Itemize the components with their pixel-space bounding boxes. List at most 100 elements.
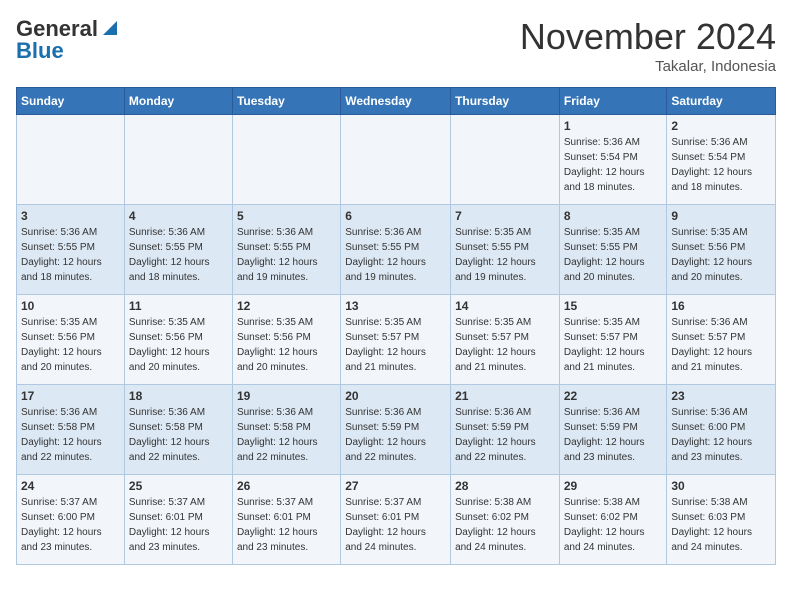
- table-row: 6 Sunrise: 5:36 AM Sunset: 5:55 PM Daylig…: [341, 205, 451, 295]
- table-row: 23 Sunrise: 5:36 AM Sunset: 6:00 PM Dayli…: [667, 385, 776, 475]
- calendar-container: General Blue November 2024 Takalar, Indo…: [0, 0, 792, 573]
- day-number: 14: [455, 299, 555, 313]
- table-row: 22 Sunrise: 5:36 AM Sunset: 5:59 PM Dayli…: [559, 385, 667, 475]
- table-row: [341, 115, 451, 205]
- col-thursday: Thursday: [451, 88, 560, 115]
- table-row: 8 Sunrise: 5:35 AM Sunset: 5:55 PM Daylig…: [559, 205, 667, 295]
- day-number: 8: [564, 209, 663, 223]
- day-info: Sunrise: 5:38 AM Sunset: 6:02 PM Dayligh…: [564, 495, 663, 555]
- day-info: Sunrise: 5:36 AM Sunset: 5:59 PM Dayligh…: [455, 405, 555, 465]
- table-row: 14Sunrise: 5:35 AM Sunset: 5:57 PM Dayli…: [451, 295, 560, 385]
- day-info: Sunrise: 5:36 AM Sunset: 5:55 PM Dayligh…: [129, 225, 228, 285]
- col-wednesday: Wednesday: [341, 88, 451, 115]
- table-row: 10 Sunrise: 5:35 AM Sunset: 5:56 PM Dayli…: [17, 295, 125, 385]
- day-number: 17: [21, 389, 120, 403]
- day-number: 11: [129, 299, 228, 313]
- table-row: 11 Sunrise: 5:35 AM Sunset: 5:56 PM Dayli…: [124, 295, 232, 385]
- logo-blue-text: Blue: [16, 38, 64, 63]
- day-info: Sunrise: 5:35 AM Sunset: 5:57 PM Dayligh…: [564, 315, 663, 375]
- day-info: Sunrise: 5:35 AM Sunset: 5:56 PM Dayligh…: [237, 315, 336, 375]
- calendar-row: 24 Sunrise: 5:37 AM Sunset: 6:00 PM Dayli…: [17, 475, 776, 565]
- day-number: 23: [671, 389, 771, 403]
- col-sunday: Sunday: [17, 88, 125, 115]
- day-number: 25: [129, 479, 228, 493]
- day-info: Sunrise: 5:36 AM Sunset: 5:54 PM Dayligh…: [671, 135, 771, 195]
- calendar-row: 3 Sunrise: 5:36 AM Sunset: 5:55 PM Daylig…: [17, 205, 776, 295]
- table-row: 1 Sunrise: 5:36 AM Sunset: 5:54 PM Daylig…: [559, 115, 667, 205]
- day-number: 24: [21, 479, 120, 493]
- day-info: Sunrise: 5:37 AM Sunset: 6:00 PM Dayligh…: [21, 495, 120, 555]
- day-number: 22: [564, 389, 663, 403]
- col-friday: Friday: [559, 88, 667, 115]
- table-row: 16 Sunrise: 5:36 AM Sunset: 5:57 PM Dayli…: [667, 295, 776, 385]
- table-row: 24 Sunrise: 5:37 AM Sunset: 6:00 PM Dayli…: [17, 475, 125, 565]
- day-info: Sunrise: 5:36 AM Sunset: 5:58 PM Dayligh…: [237, 405, 336, 465]
- day-info: Sunrise: 5:37 AM Sunset: 6:01 PM Dayligh…: [237, 495, 336, 555]
- table-row: 15Sunrise: 5:35 AM Sunset: 5:57 PM Dayli…: [559, 295, 667, 385]
- calendar-table: Sunday Monday Tuesday Wednesday Thursday…: [16, 87, 776, 565]
- day-number: 9: [671, 209, 771, 223]
- col-saturday: Saturday: [667, 88, 776, 115]
- calendar-row: 1 Sunrise: 5:36 AM Sunset: 5:54 PM Daylig…: [17, 115, 776, 205]
- day-number: 29: [564, 479, 663, 493]
- day-number: 2: [671, 119, 771, 133]
- header: General Blue November 2024 Takalar, Indo…: [16, 16, 776, 75]
- day-number: 1: [564, 119, 663, 133]
- day-info: Sunrise: 5:38 AM Sunset: 6:03 PM Dayligh…: [671, 495, 771, 555]
- table-row: 26Sunrise: 5:37 AM Sunset: 6:01 PM Dayli…: [232, 475, 340, 565]
- day-number: 4: [129, 209, 228, 223]
- day-info: Sunrise: 5:36 AM Sunset: 5:59 PM Dayligh…: [564, 405, 663, 465]
- table-row: 17 Sunrise: 5:36 AM Sunset: 5:58 PM Dayli…: [17, 385, 125, 475]
- day-info: Sunrise: 5:35 AM Sunset: 5:57 PM Dayligh…: [345, 315, 446, 375]
- table-row: 18Sunrise: 5:36 AM Sunset: 5:58 PM Dayli…: [124, 385, 232, 475]
- day-info: Sunrise: 5:36 AM Sunset: 5:58 PM Dayligh…: [129, 405, 228, 465]
- day-number: 16: [671, 299, 771, 313]
- table-row: 30 Sunrise: 5:38 AM Sunset: 6:03 PM Dayli…: [667, 475, 776, 565]
- day-info: Sunrise: 5:36 AM Sunset: 6:00 PM Dayligh…: [671, 405, 771, 465]
- logo: General Blue: [16, 16, 119, 64]
- day-number: 10: [21, 299, 120, 313]
- col-tuesday: Tuesday: [232, 88, 340, 115]
- table-row: 13 Sunrise: 5:35 AM Sunset: 5:57 PM Dayli…: [341, 295, 451, 385]
- day-info: Sunrise: 5:36 AM Sunset: 5:54 PM Dayligh…: [564, 135, 663, 195]
- calendar-row: 17 Sunrise: 5:36 AM Sunset: 5:58 PM Dayli…: [17, 385, 776, 475]
- day-info: Sunrise: 5:36 AM Sunset: 5:57 PM Dayligh…: [671, 315, 771, 375]
- day-info: Sunrise: 5:35 AM Sunset: 5:56 PM Dayligh…: [671, 225, 771, 285]
- day-info: Sunrise: 5:36 AM Sunset: 5:55 PM Dayligh…: [237, 225, 336, 285]
- day-info: Sunrise: 5:35 AM Sunset: 5:56 PM Dayligh…: [21, 315, 120, 375]
- day-number: 12: [237, 299, 336, 313]
- header-row: Sunday Monday Tuesday Wednesday Thursday…: [17, 88, 776, 115]
- day-number: 13: [345, 299, 446, 313]
- table-row: 12 Sunrise: 5:35 AM Sunset: 5:56 PM Dayli…: [232, 295, 340, 385]
- day-info: Sunrise: 5:35 AM Sunset: 5:55 PM Dayligh…: [455, 225, 555, 285]
- day-number: 20: [345, 389, 446, 403]
- day-info: Sunrise: 5:37 AM Sunset: 6:01 PM Dayligh…: [345, 495, 446, 555]
- logo-triangle-icon: [99, 17, 119, 37]
- day-number: 27: [345, 479, 446, 493]
- location: Takalar, Indonesia: [520, 58, 776, 75]
- table-row: 28Sunrise: 5:38 AM Sunset: 6:02 PM Dayli…: [451, 475, 560, 565]
- table-row: 4 Sunrise: 5:36 AM Sunset: 5:55 PM Daylig…: [124, 205, 232, 295]
- day-info: Sunrise: 5:36 AM Sunset: 5:59 PM Dayligh…: [345, 405, 446, 465]
- day-number: 5: [237, 209, 336, 223]
- day-info: Sunrise: 5:35 AM Sunset: 5:56 PM Dayligh…: [129, 315, 228, 375]
- day-info: Sunrise: 5:36 AM Sunset: 5:58 PM Dayligh…: [21, 405, 120, 465]
- table-row: 9 Sunrise: 5:35 AM Sunset: 5:56 PM Daylig…: [667, 205, 776, 295]
- day-number: 3: [21, 209, 120, 223]
- day-info: Sunrise: 5:38 AM Sunset: 6:02 PM Dayligh…: [455, 495, 555, 555]
- col-monday: Monday: [124, 88, 232, 115]
- day-number: 7: [455, 209, 555, 223]
- table-row: 27 Sunrise: 5:37 AM Sunset: 6:01 PM Dayli…: [341, 475, 451, 565]
- table-row: [451, 115, 560, 205]
- table-row: 21Sunrise: 5:36 AM Sunset: 5:59 PM Dayli…: [451, 385, 560, 475]
- day-info: Sunrise: 5:36 AM Sunset: 5:55 PM Dayligh…: [21, 225, 120, 285]
- table-row: [17, 115, 125, 205]
- day-number: 30: [671, 479, 771, 493]
- day-number: 6: [345, 209, 446, 223]
- calendar-row: 10 Sunrise: 5:35 AM Sunset: 5:56 PM Dayli…: [17, 295, 776, 385]
- table-row: 7 Sunrise: 5:35 AM Sunset: 5:55 PM Daylig…: [451, 205, 560, 295]
- table-row: 19Sunrise: 5:36 AM Sunset: 5:58 PM Dayli…: [232, 385, 340, 475]
- day-info: Sunrise: 5:35 AM Sunset: 5:55 PM Dayligh…: [564, 225, 663, 285]
- table-row: [124, 115, 232, 205]
- day-info: Sunrise: 5:36 AM Sunset: 5:55 PM Dayligh…: [345, 225, 446, 285]
